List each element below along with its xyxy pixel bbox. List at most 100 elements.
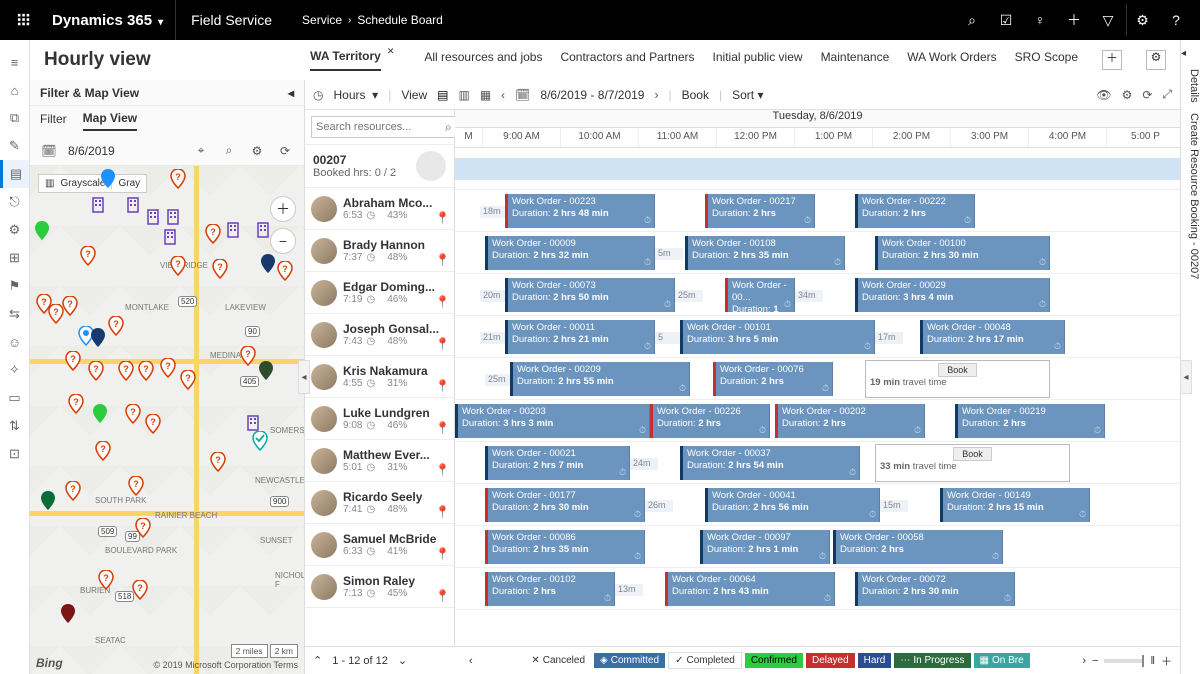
locate-icon[interactable]: ⌖ [192, 143, 210, 158]
rail-item[interactable]: ⎋ [0, 188, 29, 216]
list-view-icon[interactable]: ▤ [437, 88, 448, 102]
map-pin[interactable]: ? [88, 361, 104, 381]
book-suggestion[interactable]: Book33 min travel time [875, 444, 1070, 482]
refresh-icon[interactable]: ⟳ [1142, 88, 1152, 102]
resource-row[interactable]: Matthew Ever... 5:01◷31% 📍 [305, 440, 454, 482]
task-icon[interactable]: ☑ [990, 4, 1022, 36]
map-pin[interactable] [90, 328, 106, 348]
map-pin[interactable]: ? [205, 224, 221, 244]
location-pin-icon[interactable]: 📍 [435, 505, 450, 519]
map-pin[interactable] [125, 196, 141, 216]
map-pin[interactable] [34, 221, 50, 241]
map-pin[interactable] [100, 169, 116, 189]
work-order-block[interactable]: Work Order - 00097Duration: 2 hrs 1 min [700, 530, 830, 564]
map-pin[interactable]: ? [180, 370, 196, 390]
tab-map-view[interactable]: Map View [83, 111, 137, 131]
search-input[interactable] [311, 116, 463, 138]
rail-item[interactable]: ⧉ [0, 104, 29, 132]
rail-item[interactable]: ✧ [0, 356, 29, 384]
filter-icon[interactable]: ▽ [1092, 4, 1124, 36]
map-edge-collapse[interactable]: ◂ [298, 360, 310, 394]
map-pin[interactable] [60, 604, 76, 624]
map-pin[interactable]: ? [240, 346, 256, 366]
board-tab[interactable]: All resources and jobs [424, 50, 542, 70]
work-order-block[interactable]: Work Order - 00222Duration: 2 hrs [855, 194, 975, 228]
work-order-block[interactable]: Work Order - 00086Duration: 2 hrs 35 min [485, 530, 645, 564]
map-pin[interactable]: ? [170, 169, 186, 189]
work-order-block[interactable]: Work Order - 00021Duration: 2 hrs 7 min [485, 446, 630, 480]
map-pin[interactable]: ? [132, 580, 148, 600]
tab-filter[interactable]: Filter [40, 112, 67, 130]
map-pin[interactable]: ? [212, 259, 228, 279]
map-pin[interactable]: ? [80, 246, 96, 266]
map-pin[interactable]: ? [170, 256, 186, 276]
map-pin[interactable] [92, 404, 108, 424]
tab-settings-button[interactable]: ⚙ [1146, 50, 1166, 70]
board-tab[interactable]: SRO Scope [1015, 50, 1078, 70]
map-pin[interactable]: ? [98, 570, 114, 590]
work-order-block[interactable]: Work Order - 00072Duration: 2 hrs 30 min [855, 572, 1015, 606]
work-order-block[interactable]: Work Order - 00202Duration: 2 hrs [775, 404, 925, 438]
work-order-block[interactable]: Work Order - 00073Duration: 2 hrs 50 min [505, 278, 675, 312]
gear-icon[interactable]: ⚙ [0, 216, 29, 244]
resource-row[interactable]: Kris Nakamura 4:55◷31% 📍 [305, 356, 454, 398]
map-pin[interactable]: ? [95, 441, 111, 461]
next-icon[interactable]: › [654, 88, 658, 102]
work-order-block[interactable]: Work Order - 00223Duration: 2 hrs 48 min [505, 194, 655, 228]
location-pin-icon[interactable]: 📍 [435, 379, 450, 393]
grid-row[interactable]: 21mWork Order - 00011Duration: 2 hrs 21 … [455, 316, 1180, 358]
board-tab[interactable]: WA Territory [310, 49, 381, 71]
work-order-block[interactable]: Work Order - 00064Duration: 2 hrs 43 min [665, 572, 835, 606]
location-pin-icon[interactable]: 📍 [435, 211, 450, 225]
map-pin[interactable]: ? [62, 296, 78, 316]
grid-row[interactable]: Work Order - 00009Duration: 2 hrs 32 min… [455, 232, 1180, 274]
work-order-block[interactable]: Work Order - 00102Duration: 2 hrs [485, 572, 615, 606]
breadcrumb-item[interactable]: Schedule Board [357, 13, 442, 27]
legend-chip[interactable]: Hard [858, 653, 892, 668]
map-pin[interactable]: ? [277, 261, 293, 281]
book-suggestion[interactable]: Book19 min travel time [865, 360, 1050, 398]
map-pin[interactable] [255, 221, 271, 241]
grid-view-icon[interactable]: ▦ [480, 88, 491, 102]
legend-prev-icon[interactable]: ‹ [469, 655, 473, 667]
grid-row[interactable]: Work Order - 00177Duration: 2 hrs 30 min… [455, 484, 1180, 526]
location-pin-icon[interactable]: 📍 [435, 463, 450, 477]
map-pin[interactable]: ? [65, 481, 81, 501]
lightbulb-icon[interactable]: ♀ [1024, 4, 1056, 36]
rail-item[interactable]: ⚑ [0, 272, 29, 300]
collapse-icon[interactable]: ◂ [288, 86, 294, 100]
eye-icon[interactable]: 👁 [1096, 88, 1111, 102]
rail-item[interactable]: ⇅ [0, 412, 29, 440]
date-range[interactable]: 8/6/2019 - 8/7/2019 [540, 88, 644, 102]
board-tab[interactable]: Contractors and Partners [560, 50, 694, 70]
menu-icon[interactable]: ≡ [0, 48, 29, 76]
location-pin-icon[interactable]: 📍 [435, 295, 450, 309]
board-tab[interactable]: Initial public view [713, 50, 803, 70]
search-icon[interactable]: ⌕ [445, 120, 452, 135]
grid-row[interactable]: Work Order - 00021Duration: 2 hrs 7 min2… [455, 442, 1180, 484]
map-pin[interactable] [162, 228, 178, 248]
gantt-grid[interactable]: Tuesday, 8/6/2019 M9:00 AM10:00 AM11:00 … [455, 110, 1180, 646]
app-launcher-icon[interactable] [8, 4, 40, 36]
book-button[interactable]: Book [682, 88, 709, 102]
work-order-block[interactable]: Work Order - 00029Duration: 3 hrs 4 min [855, 278, 1050, 312]
legend-chip[interactable]: Delayed [806, 653, 855, 668]
map-pin[interactable]: ? [68, 394, 84, 414]
zoom-pause-icon[interactable]: ‖ [1150, 655, 1155, 667]
map-pin[interactable] [252, 431, 268, 451]
location-pin-icon[interactable]: 📍 [435, 589, 450, 603]
gear-icon[interactable]: ⚙ [1122, 88, 1133, 102]
time-scale-dropdown[interactable]: Hours ▾ [333, 88, 378, 102]
close-tab-icon[interactable]: ✕ [387, 46, 395, 63]
map-attribution[interactable]: © 2019 Microsoft Corporation Terms [153, 660, 298, 670]
rail-item[interactable]: ⊞ [0, 244, 29, 272]
search-icon[interactable]: ⌕ [956, 4, 988, 36]
right-edge-collapse[interactable]: ◂ [1180, 360, 1192, 394]
work-order-block[interactable]: Work Order - 00203Duration: 3 hrs 3 min [455, 404, 650, 438]
schedule-board-icon[interactable]: ▤ [0, 160, 29, 188]
work-order-block[interactable]: Work Order - 00226Duration: 2 hrs [650, 404, 770, 438]
work-order-block[interactable]: Work Order - 00...Duration: 1 hr ... [725, 278, 795, 312]
map-pin[interactable]: ? [128, 476, 144, 496]
map-pin[interactable] [145, 208, 161, 228]
pager-up-icon[interactable]: ⌃ [313, 654, 322, 667]
